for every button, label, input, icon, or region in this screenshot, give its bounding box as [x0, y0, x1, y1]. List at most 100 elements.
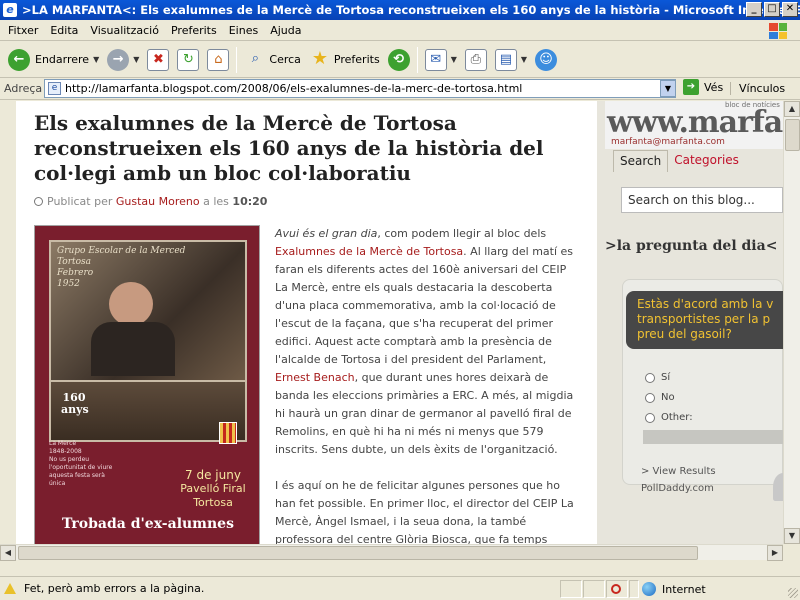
article-paragraph: I és aquí on he de felicitar algunes per…	[275, 477, 575, 549]
poster-note-text: No us perdeu l'oportunitat de viure aque…	[49, 456, 113, 487]
menu-help[interactable]: Ajuda	[264, 24, 307, 37]
article-emphasis: Avui és el gran dia	[275, 227, 378, 240]
scroll-down-button[interactable]: ▼	[784, 528, 800, 544]
tab-categories[interactable]: Categories	[668, 150, 745, 172]
print-button[interactable]: ⎙	[461, 45, 491, 75]
page-viewport: Els exalumnes de la Mercè de Tortosa rec…	[0, 101, 800, 560]
poll-vote-bar[interactable]	[643, 430, 784, 444]
sidebar-tabs: Search Categories	[613, 150, 745, 172]
go-button[interactable]: ➔ Vés	[683, 79, 723, 95]
star-icon: ★	[311, 47, 328, 69]
blog-sidebar: bloc de notícies www.marfanta marfanta@m…	[597, 101, 800, 560]
maximize-button[interactable]: □	[764, 2, 780, 17]
stop-icon: ✖	[147, 48, 170, 71]
tab-search[interactable]: Search	[613, 150, 669, 172]
window-title: >LA MARFANTA<: Els exalumnes de la Mercè…	[22, 3, 800, 17]
address-url: http://lamarfanta.blogspot.com/2008/06/e…	[65, 82, 523, 95]
boy-head-shape	[109, 282, 153, 326]
stop-button[interactable]: ✖	[143, 45, 173, 75]
poll-option-yes[interactable]: Sí	[645, 372, 670, 383]
status-text: Fet, però amb errors a la pàgina.	[24, 582, 205, 595]
status-pane	[629, 580, 639, 598]
menu-tools[interactable]: Eines	[223, 24, 264, 37]
angel-ismael-link[interactable]: Àngel Ismael	[315, 515, 386, 528]
mail-button[interactable]: ✉ ▼	[421, 45, 461, 75]
event-poster-image[interactable]: Grupo Escolar de la Merced Tortosa Febre…	[34, 225, 260, 545]
vertical-scroll-thumb[interactable]	[785, 119, 800, 151]
exalumnes-link[interactable]: Exalumnes de la Mercè de Tortosa	[275, 245, 463, 258]
chevron-down-icon[interactable]: ▼	[521, 55, 527, 64]
article-paragraph: Avui és el gran dia, com podem llegir al…	[275, 225, 575, 459]
minimize-button[interactable]: _	[746, 2, 762, 17]
resize-grip[interactable]	[788, 588, 798, 598]
radio-button[interactable]	[645, 372, 655, 383]
chevron-down-icon[interactable]: ▼	[93, 55, 99, 64]
article-text: . Al llarg del matí es faran els diferen…	[275, 245, 574, 366]
menu-edit[interactable]: Edita	[44, 24, 84, 37]
poll-option-no[interactable]: No	[645, 392, 675, 403]
search-button[interactable]: ⌕ Cerca	[240, 45, 305, 75]
history-button[interactable]: ⟲	[384, 45, 414, 75]
edit-icon: ▤	[494, 48, 517, 71]
printer-icon: ⎙	[464, 48, 487, 71]
published-by-label: Publicat per	[47, 195, 113, 208]
post-title[interactable]: Els exalumnes de la Mercè de Tortosa rec…	[34, 111, 574, 186]
warning-icon[interactable]	[4, 583, 16, 594]
article-text: , com podem llegir al bloc dels	[377, 227, 547, 240]
article-body: Avui és el gran dia, com podem llegir al…	[275, 225, 575, 459]
blog-search-input[interactable]: Search on this blog...	[621, 187, 783, 213]
go-arrow-icon: ➔	[683, 79, 699, 95]
view-results-link[interactable]: > View Results	[641, 466, 716, 477]
scroll-corner	[783, 544, 800, 560]
menu-view[interactable]: Visualització	[84, 24, 165, 37]
scroll-left-button[interactable]: ◀	[0, 545, 16, 561]
close-button[interactable]: ✕	[782, 2, 798, 17]
address-dropdown-button[interactable]: ▼	[660, 80, 676, 97]
menu-favorites[interactable]: Preferits	[165, 24, 223, 37]
ernest-benach-link[interactable]: Ernest Benach	[275, 371, 355, 384]
author-link[interactable]: Gustau Moreno	[116, 195, 200, 208]
home-button[interactable]: ⌂	[203, 45, 233, 75]
links-button[interactable]: Vínculos	[730, 82, 785, 95]
poll-option-other[interactable]: Other:	[645, 412, 693, 423]
menu-file[interactable]: Fitxer	[2, 24, 44, 37]
popup-blocked-pane[interactable]	[606, 580, 628, 598]
status-bar: Fet, però amb errors a la pàgina. Intern…	[0, 576, 800, 600]
status-message[interactable]: Fet, però amb errors a la pàgina.	[4, 582, 204, 595]
messenger-button[interactable]: ☺	[531, 45, 561, 75]
menu-bar: Fitxer Edita Visualització Preferits Ein…	[0, 20, 800, 41]
horizontal-scroll-thumb[interactable]	[18, 546, 698, 560]
back-button[interactable]: ← Endarrere ▼	[4, 45, 103, 75]
poll-question: Estàs d'acord amb la v transportistes pe…	[626, 291, 784, 349]
favorites-button[interactable]: ★ Preferits	[305, 45, 384, 75]
horizontal-scrollbar[interactable]: ◀ ▶	[0, 544, 783, 561]
vertical-scrollbar[interactable]: ▲ ▼	[783, 101, 800, 544]
radio-button[interactable]	[645, 392, 655, 403]
refresh-button[interactable]: ↻	[173, 45, 203, 75]
home-icon: ⌂	[207, 48, 230, 71]
forward-button[interactable]: → ▼	[103, 45, 143, 75]
date-line-2: Pavelló Firal	[180, 482, 246, 495]
post-byline: Publicat per Gustau Moreno a les 10:20	[34, 195, 267, 208]
security-zone[interactable]: Internet	[642, 582, 706, 596]
chevron-down-icon[interactable]: ▼	[133, 55, 139, 64]
chevron-down-icon[interactable]: ▼	[451, 55, 457, 64]
merce-years: La Mercè 1848-2008	[49, 440, 82, 455]
scroll-up-button[interactable]: ▲	[784, 101, 800, 117]
address-input[interactable]: e http://lamarfanta.blogspot.com/2008/06…	[44, 79, 676, 98]
favorites-label: Preferits	[333, 53, 380, 66]
edit-button[interactable]: ▤ ▼	[491, 45, 531, 75]
history-icon: ⟲	[387, 48, 410, 71]
page-icon: e	[48, 82, 61, 95]
vintage-photo: Grupo Escolar de la Merced Tortosa Febre…	[49, 240, 247, 382]
windows-logo-icon	[764, 22, 792, 40]
scroll-right-button[interactable]: ▶	[767, 545, 783, 561]
polldaddy-link[interactable]: PollDaddy.com	[641, 483, 714, 494]
post-time[interactable]: 10:20	[232, 195, 267, 208]
boy-body-shape	[91, 322, 175, 376]
logo-banner[interactable]: bloc de notícies www.marfanta marfanta@m…	[605, 101, 800, 149]
crest-icon	[219, 422, 237, 444]
radio-button[interactable]	[645, 412, 655, 423]
back-label: Endarrere	[35, 53, 90, 66]
article-body-continued: I és aquí on he de felicitar algunes per…	[275, 477, 575, 549]
